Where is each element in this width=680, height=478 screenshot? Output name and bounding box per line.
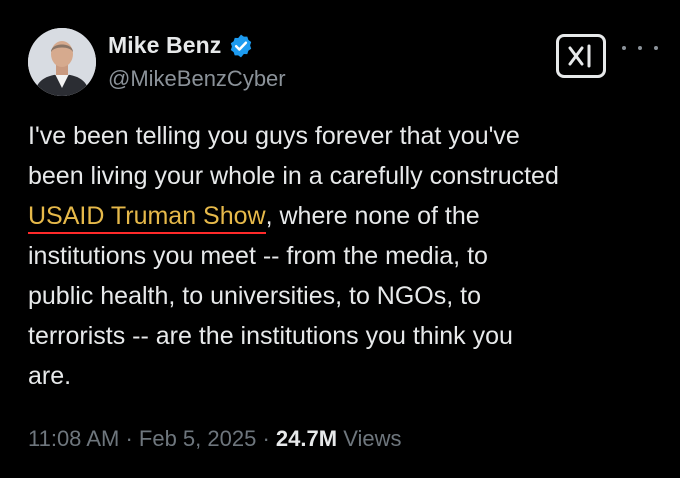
tweet-meta: 11:08 AM · Feb 5, 2025 · 24.7M Views [28, 426, 402, 452]
tweet-text-line: institutions you meet -- from the media,… [28, 242, 488, 270]
tweet-date[interactable]: Feb 5, 2025 [139, 426, 256, 451]
avatar[interactable] [28, 28, 96, 96]
tweet: Mike Benz @MikeBenzCyber I've been telli… [0, 0, 680, 478]
views-label: Views [343, 426, 402, 451]
avatar-image [28, 28, 96, 96]
tweet-time[interactable]: 11:08 AM [28, 426, 119, 451]
tweet-text-line: public health, to universities, to NGOs,… [28, 282, 481, 310]
more-dots-icon [622, 46, 626, 50]
red-underline [28, 232, 266, 234]
tweet-text: I've been telling you guys forever that … [28, 116, 668, 396]
tweet-text-line: I've been telling you guys forever that … [28, 122, 520, 150]
separator: · [262, 426, 270, 451]
tweet-text-line: are. [28, 362, 72, 390]
tweet-text-line: terrorists -- are the institutions you t… [28, 322, 513, 350]
separator: · [125, 426, 133, 451]
grok-icon [568, 44, 591, 68]
views-count: 24.7M [275, 426, 338, 451]
display-name[interactable]: Mike Benz [108, 32, 221, 59]
tweet-text-line: been living your whole in a carefully co… [28, 162, 559, 190]
tweet-text-line: USAID Truman Show, where none of the [28, 196, 668, 236]
grok-button[interactable] [556, 34, 606, 78]
verified-badge-icon [228, 33, 254, 59]
highlighted-phrase: USAID Truman Show [28, 202, 266, 234]
more-options-button[interactable] [622, 38, 658, 58]
handle[interactable]: @MikeBenzCyber [108, 66, 286, 92]
